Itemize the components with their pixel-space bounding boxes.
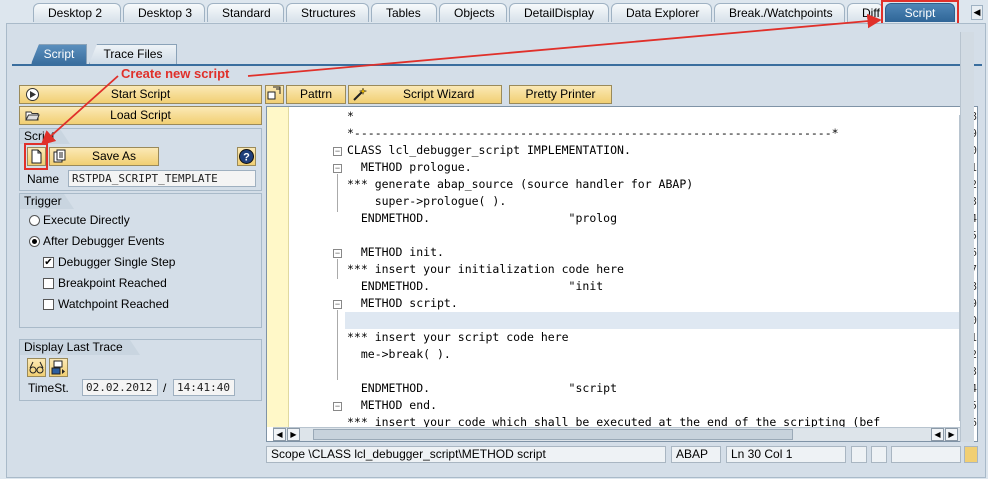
code-line: super->prologue( ). <box>347 194 507 208</box>
fold-toggle-icon[interactable]: − <box>333 249 342 258</box>
wizard-icon <box>352 87 368 107</box>
editor-horizontal-scrollbar[interactable]: ◀ ▶ ◀ ▶ <box>273 427 973 441</box>
code-editor[interactable]: 18 19 20 21 22 23 24 25 26 27 28 29 30 3… <box>266 106 978 442</box>
status-options-icon[interactable] <box>964 446 978 463</box>
help-button[interactable]: ? <box>237 147 256 166</box>
display-trace-button[interactable] <box>27 358 46 377</box>
trigger-group-title: Trigger <box>20 194 74 209</box>
help-icon: ? <box>238 149 255 168</box>
tab-scroll-left-icon[interactable]: ◀ <box>971 5 983 20</box>
code-line: * <box>347 109 354 123</box>
top-tab-strip: Desktop 2 Desktop 3 Standard Structures … <box>0 0 988 24</box>
tab-tables[interactable]: Tables <box>371 3 437 22</box>
pattern-button[interactable]: Pattrn <box>286 85 346 104</box>
fold-toggle-icon[interactable]: − <box>333 402 342 411</box>
code-line: *** insert your script code here <box>347 330 569 344</box>
trace-settings-icon <box>50 360 67 379</box>
subtab-trace-files[interactable]: Trace Files <box>89 44 177 64</box>
new-script-highlight <box>24 143 48 170</box>
display-last-trace-title: Display Last Trace <box>20 340 140 355</box>
debugger-single-step-checkbox[interactable]: ✔ <box>43 257 54 268</box>
code-line: *---------------------------------------… <box>347 126 839 140</box>
script-group-title: Script <box>20 129 70 144</box>
script-wizard-label: Script Wizard <box>403 87 475 101</box>
pattern-icon <box>267 86 282 104</box>
code-line: METHOD prologue. <box>347 160 472 174</box>
scroll-right-small-icon[interactable]: ▶ <box>287 428 300 441</box>
language-status: ABAP <box>671 446 721 463</box>
execute-directly-radio[interactable] <box>29 215 40 226</box>
code-line: *** generate abap_source (source handler… <box>347 177 694 191</box>
window-vertical-scrollbar[interactable] <box>960 32 974 442</box>
fold-toggle-icon[interactable]: − <box>333 147 342 156</box>
scroll-page-right-icon[interactable]: ▶ <box>945 428 958 441</box>
load-script-button[interactable]: Load Script <box>19 106 262 125</box>
scroll-page-left-icon[interactable]: ◀ <box>931 428 944 441</box>
create-new-script-annotation: Create new script <box>121 66 230 81</box>
scope-status: Scope \CLASS lcl_debugger_script\METHOD … <box>266 446 666 463</box>
code-line: METHOD script. <box>347 296 458 310</box>
code-line: ENDMETHOD. "prolog <box>347 211 618 225</box>
code-line: METHOD init. <box>347 245 444 259</box>
fold-guide <box>337 174 338 212</box>
tab-structures[interactable]: Structures <box>286 3 369 22</box>
pretty-printer-button[interactable]: Pretty Printer <box>509 85 612 104</box>
code-line: ENDMETHOD. "script <box>347 381 618 395</box>
folder-open-icon <box>24 108 40 123</box>
save-as-label: Save As <box>92 149 137 163</box>
tab-diff[interactable]: Diff <box>847 3 883 22</box>
fold-toggle-icon[interactable]: − <box>333 300 342 309</box>
execute-icon <box>24 87 40 102</box>
trace-glasses-icon <box>28 361 45 379</box>
tab-standard[interactable]: Standard <box>207 3 284 22</box>
code-line: me->break( ). <box>347 347 451 361</box>
svg-text:?: ? <box>243 152 250 164</box>
code-line: *** insert your initialization code here <box>347 262 624 276</box>
script-wizard-button[interactable]: Script Wizard <box>348 85 502 104</box>
script-name-field[interactable]: RSTPDA_SCRIPT_TEMPLATE <box>68 170 256 187</box>
after-debugger-events-label: After Debugger Events <box>43 234 165 248</box>
tab-desktop-2[interactable]: Desktop 2 <box>33 3 121 22</box>
code-line: METHOD end. <box>347 398 438 412</box>
scroll-left-icon[interactable]: ◀ <box>273 428 286 441</box>
breakpoint-reached-checkbox[interactable] <box>43 278 54 289</box>
name-label: Name <box>27 172 60 186</box>
load-script-label: Load Script <box>110 108 171 122</box>
tab-desktop-3[interactable]: Desktop 3 <box>123 3 205 22</box>
cursor-position-status: Ln 30 Col 1 <box>726 446 846 463</box>
fold-toggle-icon[interactable]: − <box>333 164 342 173</box>
watchpoint-reached-checkbox[interactable] <box>43 299 54 310</box>
horizontal-scroll-thumb[interactable] <box>313 429 793 440</box>
save-as-button[interactable]: Save As <box>49 147 159 166</box>
start-script-button[interactable]: Start Script <box>19 85 262 104</box>
tab-objects[interactable]: Objects <box>439 3 507 22</box>
debugger-single-step-label: Debugger Single Step <box>58 255 176 269</box>
editor-gutter <box>267 107 289 427</box>
tab-detaildisplay[interactable]: DetailDisplay <box>509 3 609 22</box>
trace-date-field[interactable]: 02.02.2012 <box>82 379 158 396</box>
trace-settings-button[interactable] <box>49 358 68 377</box>
start-script-label: Start Script <box>110 87 171 101</box>
status-cell-empty <box>871 446 887 463</box>
status-bar: Scope \CLASS lcl_debugger_script\METHOD … <box>266 446 978 464</box>
pattern-icon-button[interactable] <box>265 85 284 104</box>
watchpoint-reached-label: Watchpoint Reached <box>58 297 169 311</box>
fold-guide <box>337 259 338 279</box>
timestamp-label: TimeSt. <box>28 381 69 395</box>
current-line-highlight <box>345 312 959 329</box>
status-cell-empty <box>891 446 961 463</box>
breakpoint-reached-label: Breakpoint Reached <box>58 276 167 290</box>
fold-guide <box>337 310 338 380</box>
save-as-icon <box>52 149 67 167</box>
after-debugger-events-radio[interactable] <box>29 236 40 247</box>
code-line: ENDMETHOD. "init <box>347 279 604 293</box>
subtab-script[interactable]: Script <box>31 44 87 64</box>
trace-time-field[interactable]: 14:41:40 <box>173 379 235 396</box>
execute-directly-label: Execute Directly <box>43 213 130 227</box>
tab-break-watchpoints[interactable]: Break./Watchpoints <box>714 3 845 22</box>
tab-data-explorer[interactable]: Data Explorer <box>611 3 712 22</box>
status-cell-empty <box>851 446 867 463</box>
code-line: CLASS lcl_debugger_script IMPLEMENTATION… <box>347 143 631 157</box>
date-time-separator: / <box>163 381 167 395</box>
